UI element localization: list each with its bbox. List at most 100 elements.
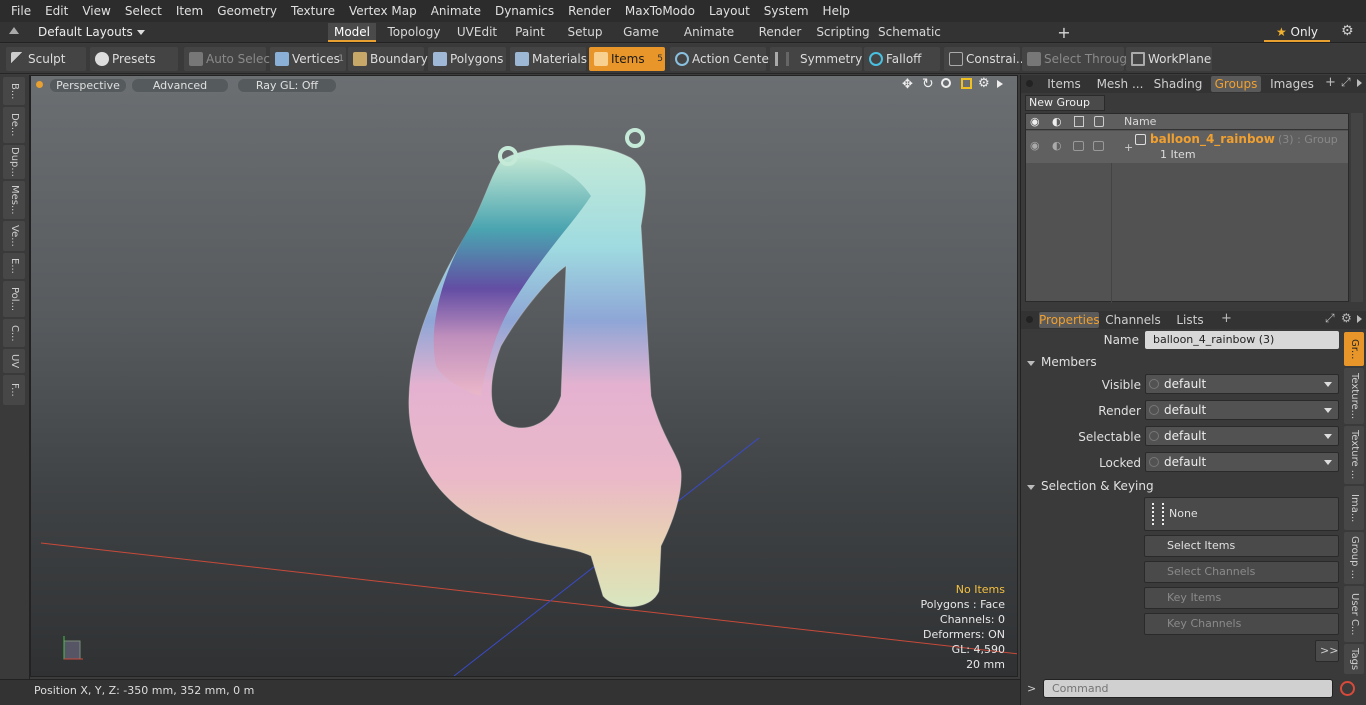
layout-arrow-icon[interactable] [9, 27, 19, 34]
workplane-button[interactable]: WorkPlane [1126, 47, 1212, 71]
tab-lists[interactable]: Lists [1167, 312, 1213, 328]
select-channels-button[interactable]: Select Channels [1144, 561, 1339, 583]
row-eye-icon[interactable]: ◉ [1030, 139, 1040, 152]
menu-layout[interactable]: Layout [702, 0, 757, 22]
selection-keying-section[interactable]: Selection & Keying [1027, 479, 1154, 493]
menu-animate[interactable]: Animate [424, 0, 488, 22]
presets-button[interactable]: Presets [90, 47, 178, 71]
falloff-button[interactable]: Falloff [864, 47, 940, 71]
tab-scripting[interactable]: Schematic Fusion [878, 23, 941, 58]
materials-button[interactable]: Materials [510, 47, 587, 71]
menu-help[interactable]: Help [816, 0, 857, 22]
tab-groups[interactable]: Groups [1211, 76, 1261, 92]
lefttab-pol[interactable]: Pol... [3, 281, 25, 317]
sculpt-button[interactable]: Sculpt [6, 47, 86, 71]
tab-animate[interactable]: Render [752, 23, 808, 42]
row-lock-box[interactable] [1093, 141, 1104, 151]
expand-panel-icon[interactable]: ⤢ [1341, 75, 1351, 90]
command-input[interactable] [1043, 679, 1333, 698]
lefttab-b[interactable]: B... [3, 77, 25, 105]
row-render-icon[interactable]: ◐ [1052, 139, 1062, 152]
group-row[interactable]: ◉ ◐ + balloon_4_rainbow (3) : Group 1 It… [1026, 131, 1348, 163]
menu-render[interactable]: Render [561, 0, 618, 22]
menu-texture[interactable]: Texture [284, 0, 342, 22]
sidetab-user-c[interactable]: User C... [1344, 586, 1364, 642]
menu-view[interactable]: View [75, 0, 117, 22]
props-gear-icon[interactable]: ⚙ [1341, 311, 1352, 325]
polygons-button[interactable]: Polygons [428, 47, 506, 71]
menu-file[interactable]: File [4, 0, 38, 22]
sidetab-texture-1[interactable]: Texture... [1344, 368, 1364, 424]
menu-geometry[interactable]: Geometry [210, 0, 284, 22]
tab-render[interactable]: Scripting [816, 23, 870, 42]
lefttab-c[interactable]: C... [3, 319, 25, 347]
none-button[interactable]: None [1144, 497, 1339, 531]
tab-setup[interactable]: Game Tools [618, 23, 664, 58]
tab-uvedit[interactable]: UVEdit [452, 23, 502, 42]
menu-select[interactable]: Select [118, 0, 169, 22]
new-group-button[interactable]: New Group [1025, 95, 1105, 111]
lefttab-f[interactable]: F... [3, 375, 25, 405]
tab-items[interactable]: Items [1037, 76, 1091, 92]
tab-game-tools[interactable]: Animate [672, 23, 746, 42]
row-select-box[interactable] [1073, 141, 1084, 151]
layouts-dropdown[interactable]: Default Layouts [38, 25, 145, 39]
tab-images[interactable]: Images [1265, 76, 1319, 92]
sidetab-group[interactable]: Group ... [1344, 532, 1364, 584]
panel-menu-icon[interactable] [1026, 80, 1033, 87]
menu-maxtomodo[interactable]: MaxToModo [618, 0, 702, 22]
name-input[interactable]: balloon_4_rainbow (3) [1145, 331, 1339, 349]
add-tab-icon[interactable]: + [1325, 75, 1336, 90]
lefttab-e[interactable]: E... [3, 253, 25, 279]
tab-schematic-fusion[interactable] [946, 23, 1046, 42]
key-items-button[interactable]: Key Items [1144, 587, 1339, 609]
tab-channels[interactable]: Channels [1105, 312, 1161, 328]
select-through-button[interactable]: Select Through [1022, 47, 1135, 71]
lefttab-uv[interactable]: UV [3, 349, 25, 373]
gear-icon[interactable]: ⚙ [1341, 23, 1354, 39]
visible-select[interactable]: default [1145, 374, 1339, 394]
props-expand-icon[interactable]: ⤢ [1325, 311, 1335, 326]
symmetry-button[interactable]: Symmetry [770, 47, 862, 71]
render-select[interactable]: default [1145, 400, 1339, 420]
lefttab-dup[interactable]: Dup... [3, 145, 25, 179]
boundary-button[interactable]: Boundary [348, 47, 428, 71]
only-toggle[interactable]: ★ Only [1264, 23, 1330, 42]
props-arrow-icon[interactable] [1357, 315, 1362, 323]
tab-model[interactable]: Model [328, 23, 376, 42]
tab-layout[interactable]: Setup [560, 23, 610, 42]
tab-mesh[interactable]: Mesh ... [1095, 76, 1145, 92]
expand-plus-icon[interactable]: + [1124, 141, 1133, 154]
vertices-button[interactable]: Vertices 1 [270, 47, 346, 71]
lefttab-mes[interactable]: Mes... [3, 181, 25, 219]
members-section[interactable]: Members [1027, 355, 1097, 369]
add-props-tab-icon[interactable]: + [1221, 311, 1232, 326]
items-button[interactable]: Items 5 [589, 47, 665, 71]
select-items-button[interactable]: Select Items [1144, 535, 1339, 557]
panel-arrow-icon[interactable] [1357, 79, 1362, 87]
tab-shading[interactable]: Shading [1149, 76, 1207, 92]
selectable-select[interactable]: default [1145, 426, 1339, 446]
add-tab-button[interactable]: + [1054, 23, 1074, 42]
lock-icon[interactable] [1094, 116, 1104, 127]
key-channels-button[interactable]: Key Channels [1144, 613, 1339, 635]
visibility-eye-icon[interactable]: ◉ [1030, 115, 1040, 128]
menu-item[interactable]: Item [169, 0, 210, 22]
selectable-icon[interactable] [1074, 116, 1084, 127]
menu-vertex-map[interactable]: Vertex Map [342, 0, 424, 22]
tab-topology[interactable]: Topology [386, 23, 442, 42]
sidetab-ima[interactable]: Ima... [1344, 486, 1364, 530]
constraints-button[interactable]: Constrai... [944, 47, 1027, 71]
record-icon[interactable] [1340, 681, 1355, 696]
lefttab-de[interactable]: De... [3, 107, 25, 143]
menu-edit[interactable]: Edit [38, 0, 75, 22]
sidetab-gr[interactable]: Gr... [1344, 332, 1364, 366]
lefttab-ve[interactable]: Ve... [3, 221, 25, 251]
groups-scrollbar[interactable] [1351, 113, 1363, 302]
tab-paint[interactable]: Paint [510, 23, 550, 42]
sidetab-tags[interactable]: Tags [1344, 644, 1364, 674]
tab-properties[interactable]: Properties [1039, 312, 1100, 328]
sidetab-texture-2[interactable]: Texture ... [1344, 426, 1364, 484]
render-icon[interactable]: ◐ [1052, 115, 1062, 128]
menu-dynamics[interactable]: Dynamics [488, 0, 561, 22]
